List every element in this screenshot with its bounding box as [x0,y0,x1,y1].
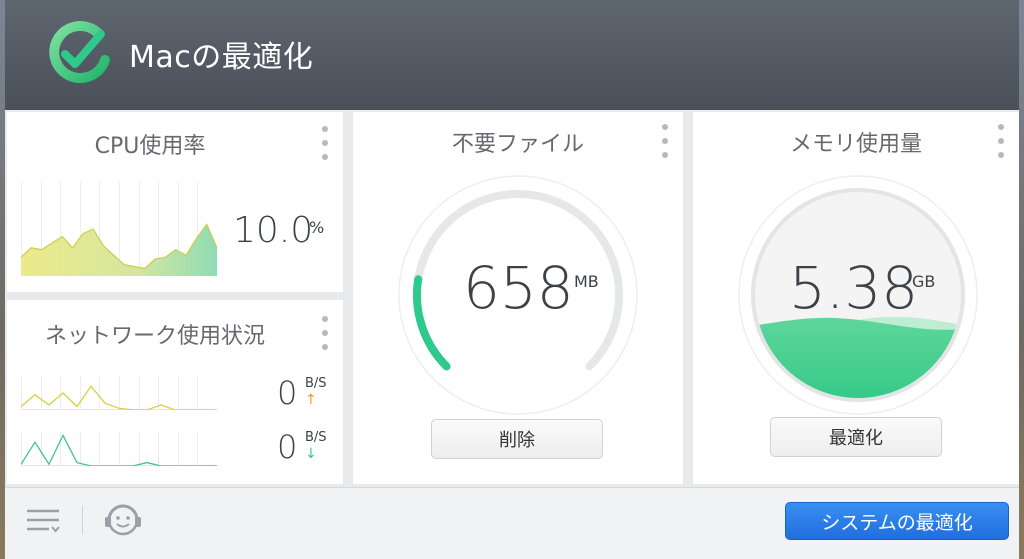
memory-unit: GB [912,272,936,291]
download-chart [21,432,217,466]
footer-divider [82,506,83,534]
junk-gauge-progress [412,275,451,371]
download-value: 0 [277,428,298,466]
cpu-title: CPU使用率 [94,134,206,159]
app-header: Macの最適化 [5,0,1019,110]
memory-value: 5.38 [789,254,919,322]
network-panel: ネットワーク使用状況 0 B/S ↑ 0 B/S ↓ [7,300,343,484]
upload-chart-grid [21,376,217,410]
download-arrow-icon: ↓ [305,446,317,462]
network-more-icon[interactable] [321,316,329,350]
junk-panel: 不要ファイル 658 MB 削除 [353,112,683,484]
optimize-memory-button[interactable]: 最適化 [770,417,942,457]
memory-more-icon[interactable] [997,124,1005,158]
network-title: ネットワーク使用状況 [44,324,265,349]
junk-unit: MB [574,272,599,291]
cpu-more-icon[interactable] [321,126,329,160]
delete-button[interactable]: 削除 [431,419,603,459]
upload-chart [21,376,217,410]
cpu-unit: % [309,218,325,237]
junk-value: 658 [463,254,574,322]
footer-bar: システムの最適化 [5,487,1019,559]
app-logo-icon [49,21,110,83]
app-window: Macの最適化 CPU使用率 10.0 % ネットワーク使用状況 0 B/S ↑… [5,0,1019,559]
memory-title: メモリ使用量 [789,132,922,157]
app-title: Macの最適化 [129,40,314,75]
cpu-chart [21,182,217,276]
list-icon[interactable] [25,506,61,536]
download-unit: B/S [305,430,327,445]
upload-unit: B/S [305,376,327,391]
cpu-panel: CPU使用率 10.0 % [7,112,343,292]
upload-value: 0 [277,374,298,412]
cpu-value: 10.0 [233,210,314,251]
junk-more-icon[interactable] [661,124,669,158]
upload-arrow-icon: ↑ [305,392,317,408]
support-smiley-icon[interactable] [101,498,145,542]
junk-title: 不要ファイル [451,132,584,157]
system-optimize-button[interactable]: システムの最適化 [785,502,1009,540]
memory-panel: メモリ使用量 5.38 GB 最適化 [693,112,1019,484]
